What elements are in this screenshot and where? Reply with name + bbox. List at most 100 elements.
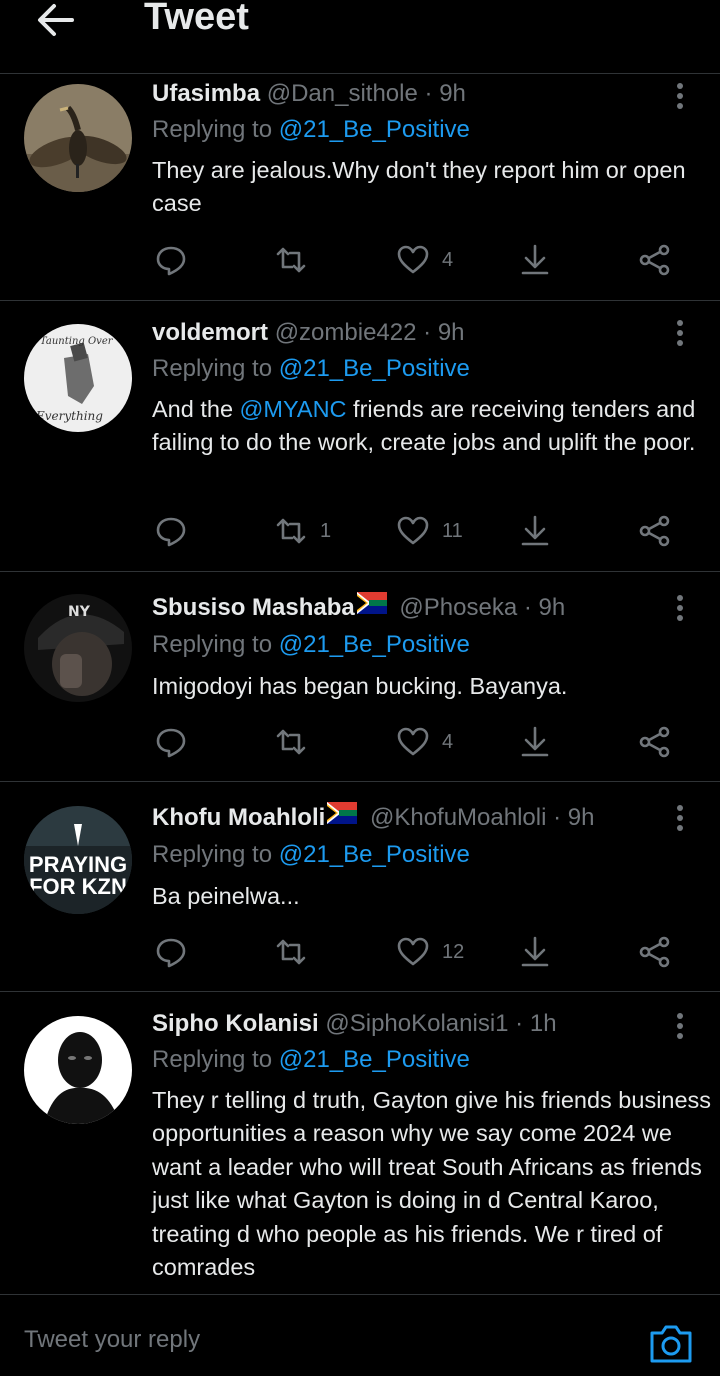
more-options-button[interactable] <box>666 804 694 832</box>
more-options-button[interactable] <box>666 319 694 347</box>
replying-to: Replying to @21_Be_Positive <box>152 355 470 383</box>
replying-to-handle[interactable]: @21_Be_Positive <box>279 1046 470 1073</box>
reply-tweet[interactable]: Ufasimba @Dan_sithole · 9h Replying to @… <box>0 74 720 301</box>
retweet-button[interactable] <box>274 932 320 972</box>
download-icon <box>521 244 549 275</box>
user-handle[interactable]: @KhofuMoahloli <box>370 804 546 831</box>
timestamp[interactable]: 9h <box>568 804 595 831</box>
more-options-button[interactable] <box>666 82 694 110</box>
like-button[interactable]: 4 <box>396 240 453 280</box>
download-button[interactable] <box>518 932 552 972</box>
reply-composer <box>0 1294 720 1376</box>
avatar[interactable]: NY <box>24 594 132 702</box>
reply-input[interactable] <box>22 1319 626 1361</box>
replying-to-label: Replying to <box>152 631 273 658</box>
tweet-actions: 1 11 <box>152 511 692 551</box>
more-vertical-icon <box>677 595 683 621</box>
reply-button[interactable] <box>154 932 188 972</box>
download-button[interactable] <box>518 511 552 551</box>
tweet-meta: Sbusiso Mashaba @Phoseka · 9h <box>152 592 566 622</box>
replying-to-label: Replying to <box>152 1046 273 1073</box>
avatar-text-bottom: Everything <box>35 409 103 423</box>
tweet-meta: voldemort @zombie422 · 9h <box>152 319 465 347</box>
reply-button[interactable] <box>154 240 188 280</box>
display-name[interactable]: Sbusiso Mashaba <box>152 594 355 621</box>
separator: · <box>515 1010 524 1037</box>
share-icon <box>639 515 670 547</box>
like-button[interactable]: 4 <box>396 722 453 762</box>
photo-avatar-image <box>24 1016 132 1124</box>
timestamp[interactable]: 1h <box>530 1010 557 1037</box>
share-button[interactable] <box>638 722 672 762</box>
timestamp[interactable]: 9h <box>438 319 465 346</box>
user-handle[interactable]: @Dan_sithole <box>267 80 418 107</box>
avatar[interactable] <box>24 84 132 192</box>
replying-to-handle[interactable]: @21_Be_Positive <box>279 355 470 382</box>
praying-avatar-image: PRAYING FOR KZN <box>24 806 132 914</box>
retweet-icon <box>276 247 306 273</box>
back-button[interactable] <box>36 2 76 38</box>
avatar[interactable]: PRAYING FOR KZN <box>24 806 132 914</box>
timestamp[interactable]: 9h <box>439 80 466 107</box>
timestamp[interactable]: 9h <box>539 594 566 621</box>
like-button[interactable]: 12 <box>396 932 464 972</box>
display-name[interactable]: Khofu Moahloli <box>152 804 325 831</box>
user-handle[interactable]: @zombie422 <box>275 319 417 346</box>
more-vertical-icon <box>677 320 683 346</box>
mention-link[interactable]: @MYANC <box>240 396 347 422</box>
avatar[interactable]: Taunting Over Everything <box>24 324 132 432</box>
tweet-actions: 12 <box>152 932 692 972</box>
south-africa-flag-icon <box>327 802 358 831</box>
replying-to-label: Replying to <box>152 355 273 382</box>
top-bar: Tweet <box>0 0 720 74</box>
replying-to-label: Replying to <box>152 841 273 868</box>
share-icon <box>639 726 670 758</box>
separator: · <box>553 804 562 831</box>
download-icon <box>521 936 549 967</box>
display-name[interactable]: voldemort <box>152 319 268 346</box>
more-options-button[interactable] <box>666 1012 694 1040</box>
download-icon <box>521 726 549 757</box>
share-button[interactable] <box>638 240 672 280</box>
like-button[interactable]: 11 <box>396 511 463 551</box>
user-handle[interactable]: @Phoseka <box>399 594 517 621</box>
reply-tweet[interactable]: NY Sbusiso Mashaba @Phoseka · 9h Replyin… <box>0 572 720 782</box>
tweet-text: They r telling d truth, Gayton give his … <box>152 1087 712 1281</box>
separator: · <box>423 319 432 346</box>
share-button[interactable] <box>638 511 672 551</box>
replying-to: Replying to @21_Be_Positive <box>152 841 470 869</box>
replying-to-handle[interactable]: @21_Be_Positive <box>279 841 470 868</box>
retweet-button[interactable] <box>274 722 320 762</box>
reply-tweet[interactable]: PRAYING FOR KZN Khofu Moahloli @KhofuMoa… <box>0 782 720 992</box>
user-handle[interactable]: @SiphoKolanisi1 <box>325 1010 508 1037</box>
replying-to-handle[interactable]: @21_Be_Positive <box>279 631 470 658</box>
replying-to-handle[interactable]: @21_Be_Positive <box>279 116 470 143</box>
tweet-text: They are jealous.Why don't they report h… <box>152 157 686 217</box>
tweet-text: And the @MYANC friends are receiving ten… <box>152 393 712 460</box>
page-title: Tweet <box>144 0 249 38</box>
like-count: 11 <box>442 519 463 542</box>
share-button[interactable] <box>638 932 672 972</box>
reply-tweet[interactable]: Sipho Kolanisi @SiphoKolanisi1 · 1h Repl… <box>0 992 720 1294</box>
reply-tweet[interactable]: Taunting Over Everything voldemort @zomb… <box>0 301 720 572</box>
camera-button[interactable] <box>648 1323 694 1365</box>
reply-button[interactable] <box>154 511 188 551</box>
display-name[interactable]: Sipho Kolanisi <box>152 1010 319 1037</box>
more-options-button[interactable] <box>666 594 694 622</box>
more-vertical-icon <box>677 1013 683 1039</box>
retweet-button[interactable] <box>274 240 320 280</box>
display-name[interactable]: Ufasimba <box>152 80 260 107</box>
reply-button[interactable] <box>154 722 188 762</box>
download-button[interactable] <box>518 240 552 280</box>
reply-icon <box>156 246 186 276</box>
heart-icon <box>397 727 429 756</box>
download-button[interactable] <box>518 722 552 762</box>
replying-to: Replying to @21_Be_Positive <box>152 631 470 659</box>
reply-icon <box>156 517 186 547</box>
reply-icon <box>156 728 186 758</box>
download-icon <box>521 515 549 546</box>
like-count: 4 <box>442 730 454 753</box>
tweet-meta: Ufasimba @Dan_sithole · 9h <box>152 80 466 108</box>
retweet-button[interactable]: 1 <box>274 511 331 551</box>
avatar[interactable] <box>24 1016 132 1124</box>
